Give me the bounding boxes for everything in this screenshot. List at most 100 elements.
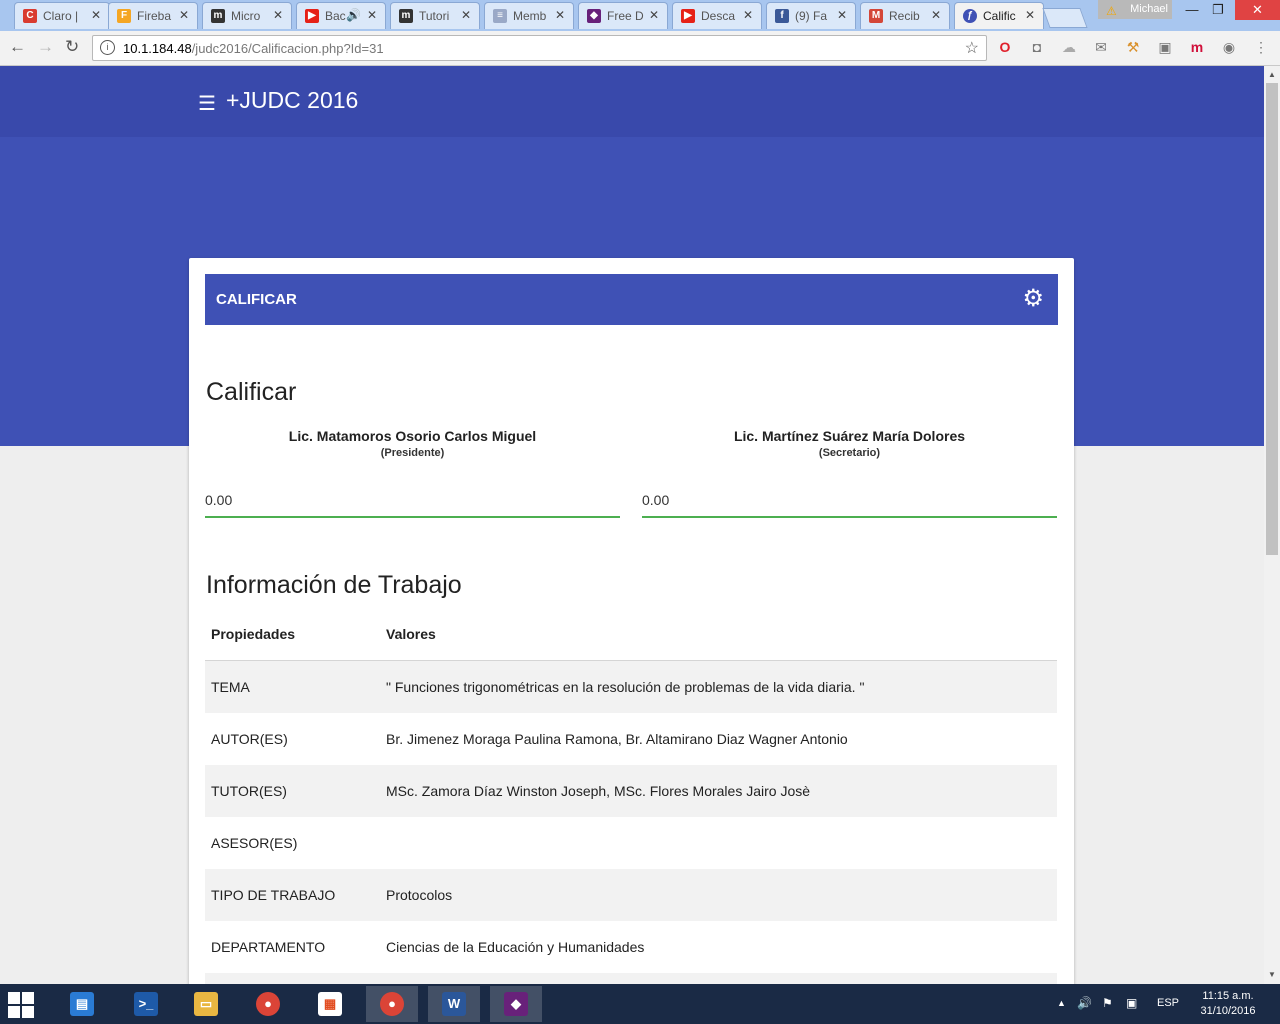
hamburger-menu-icon[interactable]: ☰ bbox=[198, 91, 216, 116]
window-icon: ▤ bbox=[70, 992, 94, 1016]
row-value: Ciencias de la Educación y Humanidades bbox=[386, 939, 645, 955]
taskbar-powershell[interactable]: >_ bbox=[120, 986, 172, 1022]
profile-button[interactable]: ⚠ Michael bbox=[1098, 0, 1172, 19]
app-title: +JUDC 2016 bbox=[226, 87, 359, 113]
tab-close-icon[interactable]: ✕ bbox=[743, 8, 753, 22]
browser-tab[interactable]: F Fireba ✕ bbox=[108, 2, 198, 29]
gear-icon[interactable]: ⚙ bbox=[1022, 287, 1044, 311]
tab-close-icon[interactable]: ✕ bbox=[367, 8, 377, 22]
language-indicator[interactable]: ESP bbox=[1157, 997, 1179, 1009]
browser-tab[interactable]: ≡ Memb ✕ bbox=[484, 2, 574, 29]
page-scrollbar[interactable]: ▲ ▼ bbox=[1264, 66, 1280, 984]
scroll-down-icon[interactable]: ▼ bbox=[1268, 970, 1276, 979]
mail-extension-icon[interactable]: ✉ bbox=[1093, 39, 1109, 55]
browser-tab[interactable]: C Claro | ✕ bbox=[14, 2, 110, 29]
chrome-icon: ● bbox=[256, 992, 280, 1016]
row-key: TUTOR(ES) bbox=[205, 765, 380, 817]
table-row bbox=[205, 973, 1057, 984]
tab-close-icon[interactable]: ✕ bbox=[179, 8, 189, 22]
tab-label: Calific bbox=[983, 9, 1016, 23]
pocket-extension-icon[interactable]: ◘ bbox=[1029, 39, 1045, 55]
volume-icon[interactable]: 🔊 bbox=[1077, 996, 1092, 1010]
flag-icon[interactable]: ⚑ bbox=[1102, 996, 1113, 1010]
tab-close-icon[interactable]: ✕ bbox=[649, 8, 659, 22]
tab-favicon-icon: m bbox=[399, 9, 413, 23]
judge-president: Lic. Matamoros Osorio Carlos Miguel (Pre… bbox=[205, 428, 620, 459]
row-value: Br. Jimenez Moraga Paulina Ramona, Br. A… bbox=[386, 731, 848, 747]
taskbar-chrome[interactable]: ● bbox=[242, 986, 294, 1022]
tab-label: Claro | bbox=[43, 9, 79, 23]
forward-icon[interactable]: → bbox=[37, 37, 54, 57]
back-icon[interactable]: ← bbox=[9, 37, 26, 57]
browser-tab[interactable]: m Micro ✕ bbox=[202, 2, 292, 29]
row-value: Protocolos bbox=[380, 869, 1057, 921]
browser-tab[interactable]: ▶ Bac 🔊 ✕ bbox=[296, 2, 386, 29]
secretary-grade-input[interactable] bbox=[642, 484, 1057, 518]
judge-name: Lic. Martínez Suárez María Dolores bbox=[733, 428, 966, 444]
scroll-up-icon[interactable]: ▲ bbox=[1268, 70, 1276, 79]
profile-name: Michael bbox=[1130, 3, 1168, 15]
browser-tab[interactable]: m Tutori ✕ bbox=[390, 2, 480, 29]
taskbar-word[interactable]: W bbox=[428, 986, 480, 1022]
row-value bbox=[380, 817, 1057, 869]
app-bar: ☰ +JUDC 2016 bbox=[0, 66, 1264, 137]
table-row: DEPARTAMENTO Ciencias de la Educación y … bbox=[205, 921, 1057, 973]
row-key: AUTOR(ES) bbox=[211, 731, 288, 747]
browser-tab[interactable]: M Recib ✕ bbox=[860, 2, 950, 29]
tab-favicon-icon: C bbox=[23, 9, 37, 23]
window-close-button[interactable]: ✕ bbox=[1235, 0, 1280, 20]
tab-favicon-icon: ▶ bbox=[681, 9, 695, 23]
tray-expand-icon[interactable]: ▲ bbox=[1057, 998, 1066, 1008]
address-bar[interactable]: i 10.1.184.48/judc2016/Calificacion.php?… bbox=[92, 35, 987, 61]
scrollbar-thumb[interactable] bbox=[1266, 83, 1278, 555]
cloud-extension-icon[interactable]: ☁ bbox=[1061, 39, 1077, 55]
url-text[interactable]: 10.1.184.48/judc2016/Calificacion.php?Id… bbox=[123, 41, 384, 56]
extension-icon[interactable]: ◉ bbox=[1221, 39, 1237, 55]
tab-close-icon[interactable]: ✕ bbox=[1025, 8, 1035, 22]
clock-date: 31/10/2016 bbox=[1200, 1005, 1256, 1017]
table-row: TIPO DE TRABAJO Protocolos bbox=[205, 869, 1057, 921]
word-icon: W bbox=[442, 992, 466, 1016]
tab-close-icon[interactable]: ✕ bbox=[555, 8, 565, 22]
browser-tab-active[interactable]: ƒ Calific ✕ bbox=[954, 2, 1044, 29]
restore-button[interactable]: ❐ bbox=[1203, 0, 1233, 20]
tab-audio-icon[interactable]: 🔊 bbox=[346, 8, 361, 22]
table-row: AUTOR(ES) Br. Jimenez Moraga Paulina Ram… bbox=[205, 713, 1057, 765]
browser-tab[interactable]: ▶ Desca ✕ bbox=[672, 2, 762, 29]
windows-start-icon[interactable] bbox=[8, 992, 34, 1018]
browser-tab[interactable]: f (9) Fa ✕ bbox=[766, 2, 856, 29]
tool-extension-icon[interactable]: ⚒ bbox=[1125, 39, 1141, 55]
network-icon[interactable]: ▣ bbox=[1126, 996, 1137, 1010]
tab-favicon-icon: M bbox=[869, 9, 883, 23]
section-title: Calificar bbox=[206, 378, 297, 406]
chrome-icon: ● bbox=[380, 992, 404, 1016]
visual-studio-icon: ◆ bbox=[504, 992, 528, 1016]
apps-grid-icon: ▦ bbox=[318, 992, 342, 1016]
save-extension-icon[interactable]: ▣ bbox=[1157, 39, 1173, 55]
new-tab-button[interactable] bbox=[1042, 8, 1088, 28]
president-grade-input[interactable] bbox=[205, 484, 620, 518]
judge-role: (Secretario) bbox=[818, 447, 881, 459]
mega-extension-icon[interactable]: m bbox=[1189, 39, 1205, 55]
opera-extension-icon[interactable]: O bbox=[997, 39, 1013, 55]
info-icon[interactable]: i bbox=[100, 40, 115, 55]
warning-icon: ⚠ bbox=[1106, 4, 1117, 18]
tab-close-icon[interactable]: ✕ bbox=[837, 8, 847, 22]
taskbar-file-explorer-window[interactable]: ▤ bbox=[56, 986, 108, 1022]
tab-close-icon[interactable]: ✕ bbox=[91, 8, 101, 22]
taskbar-apps-grid[interactable]: ▦ bbox=[304, 986, 356, 1022]
taskbar-clock[interactable]: 11:15 a.m. 31/10/2016 bbox=[1188, 989, 1268, 1019]
taskbar-chrome-active[interactable]: ● bbox=[366, 986, 418, 1022]
browser-toolbar: ← → ↻ i 10.1.184.48/judc2016/Calificacio… bbox=[0, 31, 1280, 66]
bookmark-star-icon[interactable]: ☆ bbox=[965, 38, 979, 58]
tab-close-icon[interactable]: ✕ bbox=[931, 8, 941, 22]
taskbar-visual-studio[interactable]: ◆ bbox=[490, 986, 542, 1022]
taskbar-file-explorer[interactable]: ▭ bbox=[180, 986, 232, 1022]
table-row: ASESOR(ES) bbox=[205, 817, 1057, 869]
reload-icon[interactable]: ↻ bbox=[65, 37, 79, 57]
chrome-menu-icon[interactable]: ⋮ bbox=[1253, 39, 1269, 55]
tab-favicon-icon: F bbox=[117, 9, 131, 23]
tab-close-icon[interactable]: ✕ bbox=[273, 8, 283, 22]
tab-close-icon[interactable]: ✕ bbox=[461, 8, 471, 22]
browser-tab[interactable]: ◆ Free D ✕ bbox=[578, 2, 668, 29]
